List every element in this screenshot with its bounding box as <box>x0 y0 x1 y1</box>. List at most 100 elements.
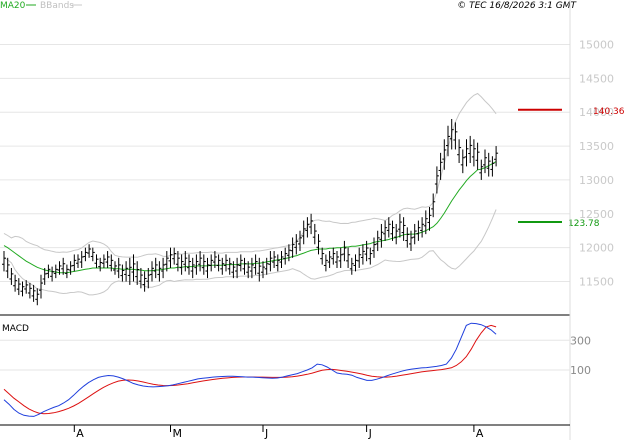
x-axis: AMJJA <box>0 424 570 440</box>
ohlc-bar <box>346 247 351 268</box>
ohlc-bar <box>116 257 121 279</box>
ohlc-bar <box>9 267 14 285</box>
ohlc-bar <box>468 135 473 163</box>
macd-tick-label: 300 <box>570 334 591 347</box>
ohlc-bar <box>153 257 158 279</box>
ohlc-bar <box>124 261 129 282</box>
ohlc-bar <box>383 220 388 241</box>
ohlc-bar <box>205 257 210 279</box>
ohlc-bar <box>194 254 199 275</box>
ohlc-bar <box>127 257 132 285</box>
ohlc-bar <box>224 254 228 272</box>
ohlc-bar <box>83 247 88 262</box>
ohlc-bar <box>20 281 25 297</box>
ohlc-bar <box>168 247 173 268</box>
ohlc-bar <box>394 223 399 245</box>
ohlc-bar <box>161 257 166 279</box>
ohlc-bar <box>238 254 243 272</box>
ohlc-bar <box>109 254 114 272</box>
stock-chart: MA20 BBands © TEC 16/8/2026 3:1 GMT 1150… <box>0 0 625 440</box>
price-tick-label: 15000 <box>579 38 614 51</box>
support-label: 123.78 <box>568 219 600 229</box>
month-label: A <box>76 427 84 440</box>
ohlc-bar <box>316 234 321 255</box>
price-tick-label: 13500 <box>579 140 614 153</box>
ohlc-bar <box>397 213 402 238</box>
ohlc-bar <box>286 244 291 262</box>
ohlc-bar <box>305 217 310 238</box>
ohlc-bar <box>471 139 476 167</box>
macd-label: MACD <box>2 324 29 334</box>
ohlc-bar <box>312 223 317 245</box>
ohlc-bar <box>16 278 21 296</box>
price-tick-label: 14500 <box>579 72 614 85</box>
ohlc-bar <box>357 247 362 268</box>
resistance-label: 140.36 <box>593 107 625 117</box>
price-tick-label: 12000 <box>579 242 614 255</box>
month-label: J <box>368 427 372 440</box>
ohlc-bar <box>187 254 191 275</box>
ohlc-bar <box>50 266 55 282</box>
macd-grid <box>0 339 570 371</box>
macd-tick-label: 100 <box>570 364 591 377</box>
ohlc-bar <box>257 257 262 282</box>
ohlc-bar <box>416 220 421 241</box>
ohlc-bar <box>235 257 240 279</box>
ohlc-bar <box>335 251 339 268</box>
ohlc-bar <box>464 139 469 167</box>
ohlc-bar <box>157 261 162 282</box>
ohlc-bar <box>216 254 221 272</box>
month-label: A <box>476 427 484 440</box>
ohlc-bar <box>87 244 92 258</box>
ohlc-bar <box>442 139 447 170</box>
ohlc-bar <box>198 251 203 272</box>
ohlc-bar <box>209 254 214 272</box>
ohlc-bar <box>79 251 84 268</box>
month-label: J <box>264 427 268 440</box>
legend-bbands: BBands <box>40 1 74 11</box>
price-panel: 1150012000125001300013500140001450015000… <box>0 38 625 306</box>
ohlc-bar <box>253 254 258 275</box>
ohlc-bar <box>76 254 80 268</box>
ohlc-bar <box>264 257 269 275</box>
ohlc-bar <box>172 247 177 265</box>
ohlc-bar <box>379 223 384 248</box>
macd-panel: MACD 100 300 <box>0 322 591 417</box>
ohlc-bar <box>227 257 232 275</box>
ohlc-bar <box>35 288 40 306</box>
price-y-axis: 1150012000125001300013500140001450015000 <box>579 38 614 288</box>
price-tick-label: 11500 <box>579 276 614 289</box>
ohlc-bar <box>460 149 465 174</box>
ohlc-bar <box>353 254 358 272</box>
ohlc-bar <box>323 254 328 272</box>
ohlc-bar <box>249 257 254 279</box>
ohlc-bar <box>386 217 391 238</box>
ohlc-bar <box>475 142 480 170</box>
ohlc-bar <box>368 247 373 265</box>
ohlc-bar <box>283 247 288 265</box>
ohlc-bar <box>231 261 236 279</box>
price-tick-label: 13000 <box>579 174 614 187</box>
ohlc-bar <box>275 254 280 272</box>
ohlc-bar <box>342 240 347 262</box>
ohlc-bar <box>101 254 106 268</box>
ohlc-bar <box>420 217 425 238</box>
ohlc-bar <box>427 207 432 231</box>
macd-y-axis: 100 300 <box>570 334 591 377</box>
ohlc-bar <box>72 254 77 272</box>
ohlc-bar <box>150 261 154 282</box>
chart-header: MA20 BBands © TEC 16/8/2026 3:1 GMT <box>0 1 578 11</box>
ohlc-bar <box>27 282 32 299</box>
legend-ma20: MA20 <box>0 1 26 11</box>
ohlc-bar <box>490 156 495 177</box>
ohlc-bar <box>105 251 110 268</box>
ohlc-bar <box>201 254 206 275</box>
ohlc-bar <box>320 247 325 265</box>
ohlc-bar <box>98 257 103 272</box>
ohlc-bar <box>120 264 125 282</box>
ohlc-bar <box>261 261 265 279</box>
ohlc-bar <box>242 257 247 275</box>
ohlc-bar <box>349 257 354 275</box>
ohlc-bar <box>190 257 195 279</box>
ohlc-bar <box>483 149 487 174</box>
